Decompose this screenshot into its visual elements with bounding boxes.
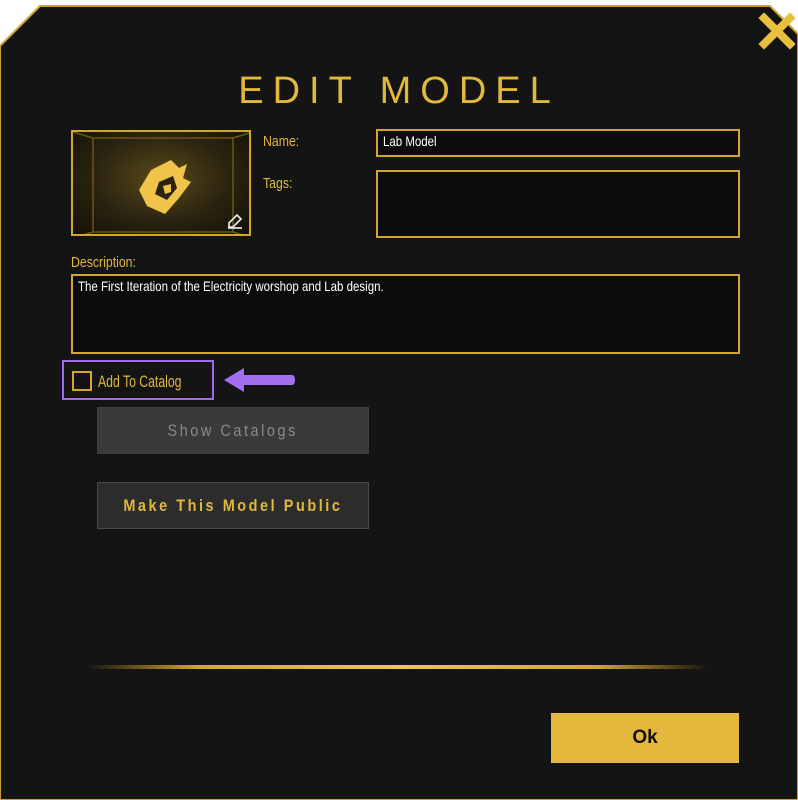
left-arrow-icon	[224, 368, 295, 392]
edit-pencil-icon[interactable]	[227, 213, 243, 229]
name-label: Name:	[263, 133, 300, 150]
show-catalogs-label: Show Catalogs	[167, 420, 299, 440]
add-to-catalog-highlight: Add To Catalog	[62, 360, 214, 400]
divider	[88, 665, 708, 669]
dialog-title: EDIT MODEL	[238, 70, 560, 112]
edit-model-dialog: EDIT MODEL Name: Lab Model Tags: Descrip…	[0, 0, 798, 800]
close-icon[interactable]	[758, 12, 796, 50]
name-field[interactable]: Lab Model	[376, 129, 740, 157]
tags-field[interactable]	[376, 170, 740, 238]
dragon-logo-icon	[73, 132, 249, 234]
description-field[interactable]: The First Iteration of the Electricity w…	[71, 274, 740, 354]
add-to-catalog-checkbox[interactable]	[72, 371, 92, 391]
model-thumbnail[interactable]	[71, 130, 251, 236]
show-catalogs-button[interactable]: Show Catalogs	[97, 407, 369, 454]
make-model-public-button[interactable]: Make This Model Public	[97, 482, 369, 529]
make-model-public-label: Make This Model Public	[123, 495, 343, 515]
description-field-value: The First Iteration of the Electricity w…	[78, 278, 384, 294]
name-field-value: Lab Model	[383, 133, 437, 149]
dialog-frame	[0, 5, 798, 800]
ok-button[interactable]: Ok	[551, 713, 739, 763]
tags-label: Tags:	[263, 175, 293, 192]
description-label: Description:	[71, 254, 136, 271]
ok-label: Ok	[632, 727, 658, 748]
add-to-catalog-label[interactable]: Add To Catalog	[98, 372, 181, 392]
